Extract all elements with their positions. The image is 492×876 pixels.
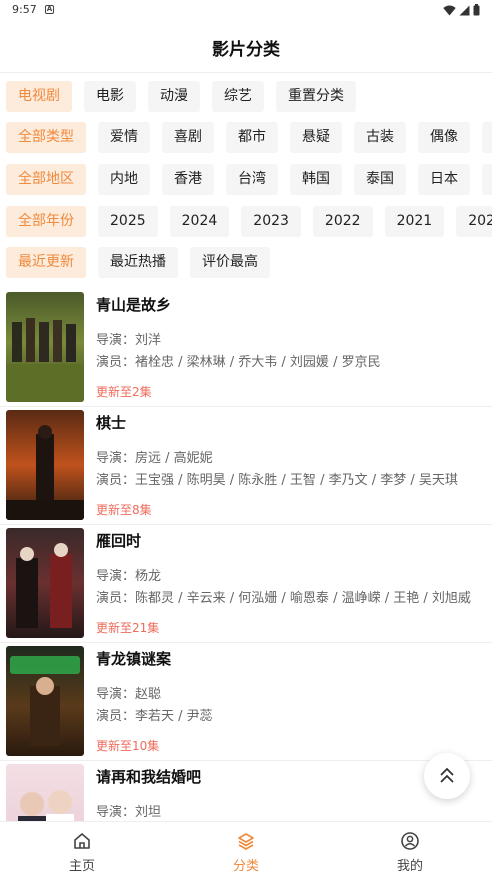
chip-anime[interactable]: 动漫 xyxy=(148,81,200,112)
series-cast: 演员：陈都灵 / 辛云来 / 何泓姗 / 喻恩泰 / 温峥嵘 / 王艳 / 刘旭… xyxy=(96,591,471,606)
chip-year[interactable]: 2025 xyxy=(98,206,158,237)
reset-filter-button[interactable]: 重置分类 xyxy=(276,81,356,112)
chip-region[interactable]: 香港 xyxy=(162,164,214,195)
poster-art xyxy=(16,543,72,628)
status-bar: 9:57 A xyxy=(0,0,492,22)
battery-icon xyxy=(473,4,480,16)
chip-genre[interactable]: 悬疑 xyxy=(290,122,342,153)
chip-year-all[interactable]: 全部年份 xyxy=(6,206,86,237)
series-title[interactable]: 青龙镇谜案 xyxy=(96,648,171,669)
nav-home-label: 主页 xyxy=(68,859,95,874)
series-update-status: 更新至8集 xyxy=(96,503,152,517)
chip-genre[interactable]: 犯罪 xyxy=(482,122,492,153)
chip-year[interactable]: 2023 xyxy=(241,206,301,237)
series-title[interactable]: 棋士 xyxy=(96,412,126,433)
chip-sort-rating[interactable]: 评价最高 xyxy=(190,247,270,278)
chip-year[interactable]: 2024 xyxy=(169,206,230,237)
chip-tv-series[interactable]: 电视剧 xyxy=(6,81,72,112)
genre-filter-row: 全部类型 爱情 喜剧 都市 悬疑 古装 偶像 犯罪 xyxy=(0,122,492,153)
poster-image xyxy=(6,528,84,638)
chip-year[interactable]: 2022 xyxy=(312,206,373,237)
chip-genre[interactable]: 偶像 xyxy=(418,122,470,153)
poster-image xyxy=(6,292,84,402)
layers-icon xyxy=(238,833,254,850)
series-director: 导演：房远 / 高妮妮 xyxy=(96,451,213,466)
nav-home[interactable]: 主页 xyxy=(0,822,164,876)
chip-variety[interactable]: 综艺 xyxy=(212,81,264,112)
nav-mine-label: 我的 xyxy=(396,859,423,874)
poster-art xyxy=(6,318,84,402)
series-director: 导演：赵聪 xyxy=(96,687,162,702)
status-time: 9:57 xyxy=(12,3,37,16)
chip-genre[interactable]: 都市 xyxy=(226,122,278,153)
nav-category-label: 分类 xyxy=(232,859,259,874)
signal-icon xyxy=(459,5,470,15)
series-cast: 演员：王宝强 / 陈明昊 / 陈永胜 / 王智 / 李乃文 / 李梦 / 吴天琪 xyxy=(96,473,458,488)
chip-region[interactable]: 韩国 xyxy=(290,164,342,195)
scroll-to-top-button[interactable] xyxy=(424,753,470,799)
page-header: 影片分类 xyxy=(0,22,492,73)
poster-image xyxy=(6,646,84,756)
series-director: 导演：刘洋 xyxy=(96,333,162,348)
series-update-status: 更新至2集 xyxy=(96,385,152,399)
wifi-icon xyxy=(443,5,456,15)
series-cast: 演员：李若天 / 尹蕊 xyxy=(96,709,213,724)
region-filter-row: 全部地区 内地 香港 台湾 韩国 泰国 日本 美国 xyxy=(0,164,492,195)
nav-mine[interactable]: 我的 xyxy=(328,822,492,876)
chip-sort-hot[interactable]: 最近热播 xyxy=(98,247,178,278)
bottom-navigation: 主页 分类 我的 xyxy=(0,821,492,876)
chip-genre[interactable]: 古装 xyxy=(354,122,406,153)
user-icon xyxy=(401,832,419,850)
home-icon xyxy=(74,833,90,849)
poster-art xyxy=(6,425,84,520)
list-item[interactable]: 青龙镇谜案 导演：赵聪 演员：李若天 / 尹蕊 更新至10集 xyxy=(0,643,492,761)
series-update-status: 更新至10集 xyxy=(96,739,160,753)
series-title[interactable]: 青山是故乡 xyxy=(96,294,171,315)
page-title: 影片分类 xyxy=(212,40,280,60)
chip-region-all[interactable]: 全部地区 xyxy=(6,164,86,195)
chip-sort-recent[interactable]: 最近更新 xyxy=(6,247,86,278)
status-icons xyxy=(443,4,480,16)
type-filter-row: 电视剧 电影 动漫 综艺 重置分类 xyxy=(0,81,492,112)
chip-region[interactable]: 美国 xyxy=(482,164,492,195)
chip-region[interactable]: 内地 xyxy=(98,164,150,195)
chip-region[interactable]: 泰国 xyxy=(354,164,406,195)
chip-year[interactable]: 2020 xyxy=(456,206,492,237)
list-item[interactable]: 棋士 导演：房远 / 高妮妮 演员：王宝强 / 陈明昊 / 陈永胜 / 王智 /… xyxy=(0,407,492,525)
chip-genre[interactable]: 爱情 xyxy=(98,122,150,153)
chip-year[interactable]: 2021 xyxy=(384,206,445,237)
chip-region[interactable]: 日本 xyxy=(418,164,470,195)
list-item[interactable]: 雁回时 导演：杨龙 演员：陈都灵 / 辛云来 / 何泓姗 / 喻恩泰 / 温峥嵘… xyxy=(0,525,492,643)
double-chevron-up-icon xyxy=(440,767,454,783)
chip-genre-all[interactable]: 全部类型 xyxy=(6,122,86,153)
poster-art xyxy=(10,656,80,746)
series-director: 导演：刘坦 xyxy=(96,805,162,820)
series-cast: 演员：褚栓忠 / 梁林琳 / 乔大韦 / 刘园媛 / 罗京民 xyxy=(96,355,381,370)
series-director: 导演：杨龙 xyxy=(96,569,162,584)
series-update-status: 更新至21集 xyxy=(96,621,160,635)
poster-image xyxy=(6,410,84,520)
nav-category[interactable]: 分类 xyxy=(164,822,328,876)
chip-genre[interactable]: 喜剧 xyxy=(162,122,214,153)
sort-filter-row: 最近更新 最近热播 评价最高 xyxy=(0,247,492,278)
chip-region[interactable]: 台湾 xyxy=(226,164,278,195)
year-filter-row: 全部年份 2025 2024 2023 2022 2021 2020 2019 xyxy=(0,206,492,237)
series-title[interactable]: 请再和我结婚吧 xyxy=(96,766,201,787)
chip-movie[interactable]: 电影 xyxy=(84,81,136,112)
series-title[interactable]: 雁回时 xyxy=(96,530,141,551)
notification-icon: A xyxy=(45,5,54,14)
list-item[interactable]: 青山是故乡 导演：刘洋 演员：褚栓忠 / 梁林琳 / 乔大韦 / 刘园媛 / 罗… xyxy=(0,289,492,407)
